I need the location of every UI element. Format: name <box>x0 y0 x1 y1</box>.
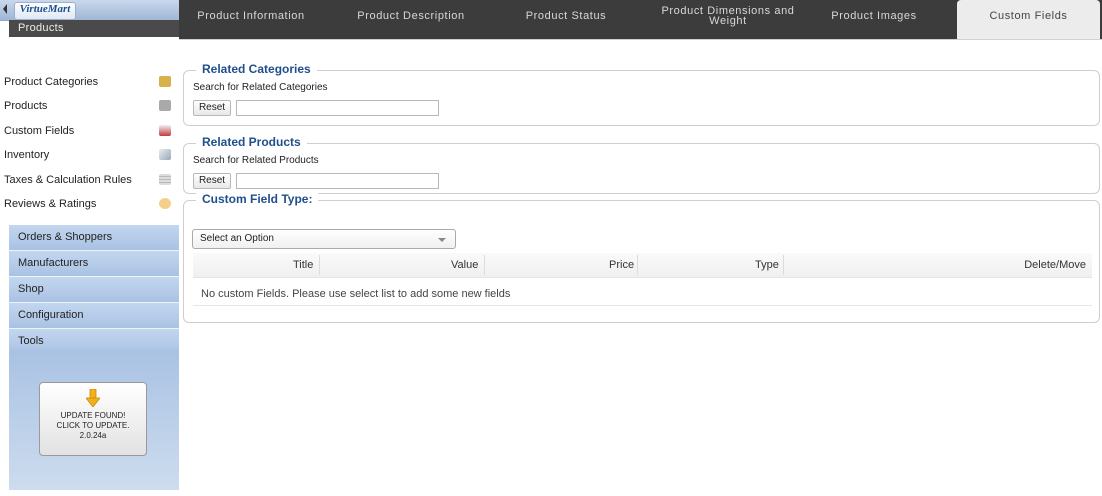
column-divider <box>637 255 638 275</box>
update-line1: UPDATE FOUND! <box>60 411 126 420</box>
sidebar-section-orders-shoppers[interactable]: Orders & Shoppers <box>9 225 179 251</box>
sidebar-item-label: Taxes & Calculation Rules <box>4 173 132 186</box>
sidebar-item-label: Reviews & Ratings <box>4 197 97 210</box>
column-divider <box>484 255 485 275</box>
related-products-search-label: Search for Related Products <box>193 155 319 166</box>
column-delete-move: Delete/Move <box>1024 259 1086 271</box>
products-submenu: Product Categories Products Custom Field… <box>0 70 179 216</box>
sidebar-section-configuration[interactable]: Configuration <box>9 303 179 329</box>
tab-product-dimensions-weight[interactable]: Product Dimensions and Weight <box>643 0 813 39</box>
tab-bar-divider <box>179 39 1102 40</box>
related-categories-search-input[interactable] <box>236 100 439 116</box>
sidebar-footer-panel: UPDATE FOUND! CLICK TO UPDATE. 2.0.24a <box>9 350 179 490</box>
tab-label: Product Images <box>831 10 917 22</box>
update-version: 2.0.24a <box>79 431 107 440</box>
sidebar-item-label: Custom Fields <box>4 124 75 137</box>
column-divider <box>783 255 784 275</box>
sidebar-item-label: Products <box>4 100 48 113</box>
section-label: Orders & Shoppers <box>18 231 113 243</box>
related-products-reset-button[interactable]: Reset <box>193 173 231 189</box>
section-label: Configuration <box>18 309 84 321</box>
collapse-arrow-icon[interactable] <box>3 4 7 14</box>
chevron-down-icon <box>438 238 446 242</box>
tab-label: Product Description <box>357 10 465 22</box>
section-label: Manufacturers <box>18 257 89 269</box>
tab-label: Product Dimensions and Weight <box>661 5 795 27</box>
update-line2: CLICK TO UPDATE. <box>56 421 130 430</box>
logo-tagline-graphic <box>15 15 75 18</box>
column-type: Type <box>755 259 779 271</box>
section-label: Tools <box>18 335 44 347</box>
inventory-chart-icon <box>159 149 171 161</box>
column-value: Value <box>451 259 479 271</box>
virtuemart-logo[interactable]: VirtueMart <box>14 2 76 20</box>
row-divider <box>193 305 1092 306</box>
custom-fields-table-header: Title Value Price Type Delete/Move <box>193 253 1092 278</box>
related-products-panel: Related Products Search for Related Prod… <box>183 135 1100 194</box>
related-products-title: Related Products <box>196 135 307 149</box>
related-categories-title: Related Categories <box>196 62 317 76</box>
categories-folder-icon <box>159 76 171 87</box>
tab-product-images[interactable]: Product Images <box>824 0 924 39</box>
tab-label: Product Status <box>525 10 607 22</box>
sidebar-section-products[interactable]: Products <box>9 20 179 37</box>
column-divider <box>319 255 320 275</box>
custom-field-type-title: Custom Field Type: <box>196 192 319 206</box>
tab-custom-fields[interactable]: Custom Fields <box>957 0 1100 39</box>
related-categories-search-label: Search for Related Categories <box>193 82 328 93</box>
tab-product-information[interactable]: Product Information <box>186 0 316 39</box>
sidebar-section-shop[interactable]: Shop <box>9 277 179 303</box>
update-button[interactable]: UPDATE FOUND! CLICK TO UPDATE. 2.0.24a <box>39 382 147 456</box>
speech-bubble-icon <box>159 197 171 209</box>
calculator-icon <box>159 173 171 185</box>
related-categories-panel: Related Categories Search for Related Ca… <box>183 62 1100 126</box>
sidebar-item-reviews[interactable]: Reviews & Ratings <box>0 192 179 216</box>
select-value: Select an Option <box>200 233 274 244</box>
custom-fields-icon <box>159 124 171 136</box>
sidebar-item-label: Inventory <box>4 149 50 162</box>
sidebar-item-custom-fields[interactable]: Custom Fields <box>0 119 179 143</box>
section-label: Shop <box>18 283 44 295</box>
related-products-search-input[interactable] <box>236 173 439 189</box>
tab-label: Product Information <box>197 10 305 22</box>
sidebar-section-manufacturers[interactable]: Manufacturers <box>9 251 179 277</box>
sidebar-section-products-label: Products <box>18 22 64 34</box>
custom-field-type-panel: Custom Field Type: Select an Option Titl… <box>183 192 1100 323</box>
sidebar-item-inventory[interactable]: Inventory <box>0 143 179 167</box>
tab-label: Custom Fields <box>989 10 1068 22</box>
tab-product-description[interactable]: Product Description <box>346 0 476 39</box>
camera-icon <box>159 100 171 112</box>
sidebar-item-products[interactable]: Products <box>0 94 179 118</box>
download-arrow-icon <box>85 388 101 408</box>
custom-fields-empty-message: No custom Fields. Please use select list… <box>201 288 511 300</box>
sidebar: VirtueMart Products Product Categories P… <box>0 0 179 496</box>
logo-bar: VirtueMart <box>0 0 179 21</box>
sidebar-item-label: Product Categories <box>4 76 99 88</box>
column-title: Title <box>293 259 314 271</box>
sidebar-item-product-categories[interactable]: Product Categories <box>0 70 179 94</box>
sidebar-item-taxes[interactable]: Taxes & Calculation Rules <box>0 168 179 192</box>
custom-field-type-select[interactable]: Select an Option <box>192 229 456 249</box>
related-categories-reset-button[interactable]: Reset <box>193 100 231 116</box>
tab-product-status[interactable]: Product Status <box>516 0 616 39</box>
tab-bar: Product Information Product Description … <box>179 0 1102 39</box>
column-price: Price <box>609 259 635 271</box>
sidebar-sections: Orders & Shoppers Manufacturers Shop Con… <box>9 225 179 355</box>
